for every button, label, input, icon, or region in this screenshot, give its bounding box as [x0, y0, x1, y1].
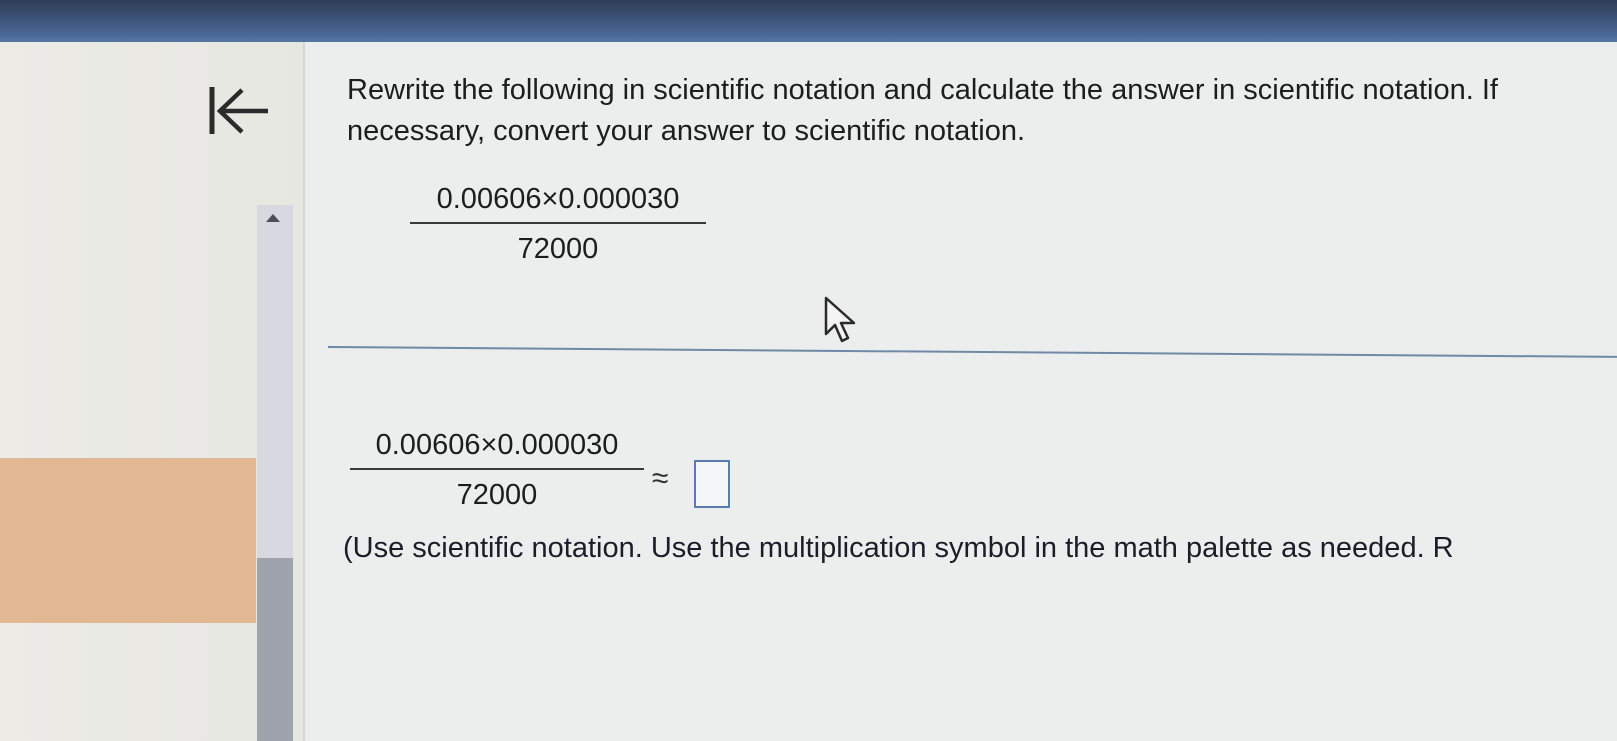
- expression-numerator: 0.00606×0.000030: [436, 183, 680, 215]
- approx-symbol: ≈: [652, 462, 669, 495]
- answer-numerator: 0.00606×0.000030: [375, 429, 619, 461]
- left-panel-highlight: [0, 458, 256, 623]
- question-text: Rewrite the following in scientific nota…: [347, 74, 1498, 147]
- mouse-pointer-icon: [824, 296, 856, 343]
- instructions-text: (Use scientific notation. Use the multip…: [343, 532, 1454, 564]
- fraction-bar: [350, 468, 644, 470]
- fraction-bar: [410, 222, 706, 224]
- back-to-start-icon: [209, 87, 268, 134]
- expression-denominator: 72000: [517, 233, 599, 265]
- given-expression: 0.00606×0.000030 72000: [410, 180, 706, 268]
- scroll-up-arrow-icon[interactable]: [266, 214, 280, 222]
- answer-denominator: 72000: [456, 479, 538, 511]
- answer-input[interactable]: [694, 460, 730, 508]
- back-to-start-button[interactable]: [206, 84, 278, 146]
- top-bar: [0, 0, 1617, 42]
- scrollbar-thumb[interactable]: [257, 558, 293, 741]
- answer-expression: 0.00606×0.000030 72000: [350, 426, 644, 514]
